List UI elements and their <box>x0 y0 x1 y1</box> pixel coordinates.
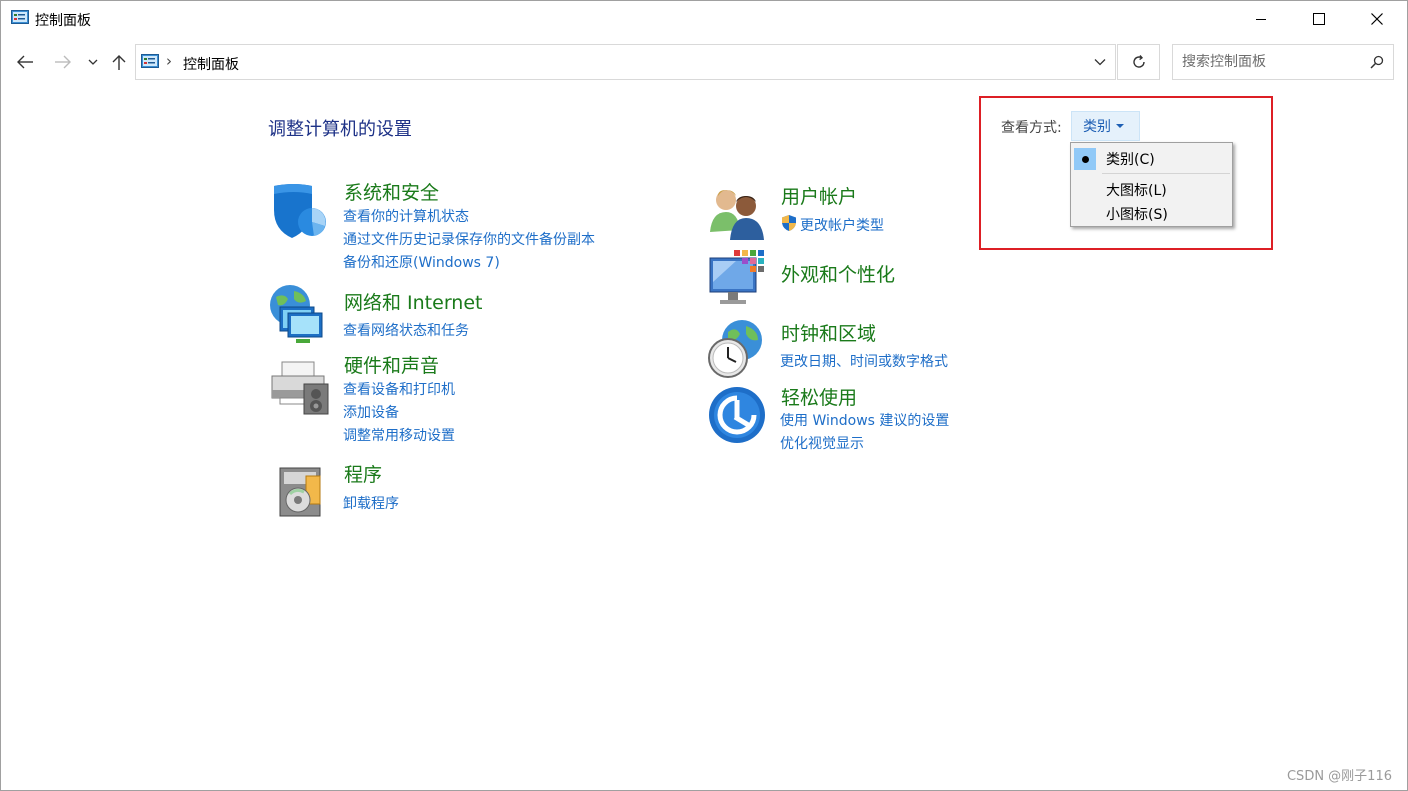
arrow-right-icon <box>55 55 71 69</box>
menu-separator <box>1102 173 1230 174</box>
search-icon[interactable] <box>1370 55 1384 69</box>
control-panel-icon <box>11 10 29 24</box>
address-bar[interactable]: › 控制面板 <box>135 44 1116 80</box>
network-internet-heading[interactable]: 网络和 Internet <box>344 288 482 315</box>
back-button[interactable] <box>13 50 37 74</box>
programs-heading[interactable]: 程序 <box>344 460 382 487</box>
page-title: 调整计算机的设置 <box>268 119 412 140</box>
appearance-heading[interactable]: 外观和个性化 <box>781 260 895 287</box>
close-icon <box>1371 13 1383 25</box>
link-view-computer-status[interactable]: 查看你的计算机状态 <box>343 206 469 226</box>
user-accounts-icon[interactable] <box>706 182 770 246</box>
search-input[interactable] <box>1182 45 1362 79</box>
link-network-status[interactable]: 查看网络状态和任务 <box>343 320 469 340</box>
caret-down-icon <box>1116 124 1124 128</box>
link-optimize-visual-display[interactable]: 优化视觉显示 <box>780 433 864 453</box>
link-change-account-type[interactable]: 更改帐户类型 <box>800 215 884 235</box>
menu-item-label: 大图标(L) <box>1106 183 1167 199</box>
radio-dot-icon <box>1082 156 1089 163</box>
search-box[interactable] <box>1172 44 1394 80</box>
refresh-icon <box>1132 55 1145 68</box>
window-frame <box>0 0 1408 791</box>
arrow-left-icon <box>17 55 33 69</box>
programs-icon[interactable] <box>268 458 332 522</box>
window-title: 控制面板 <box>35 13 91 29</box>
link-date-time-format[interactable]: 更改日期、时间或数字格式 <box>780 351 948 371</box>
link-recommended-settings[interactable]: 使用 Windows 建议的设置 <box>780 410 949 430</box>
link-add-device[interactable]: 添加设备 <box>343 402 399 422</box>
view-by-dropdown[interactable]: 类别 <box>1071 111 1140 141</box>
watermark: CSDN @刚子116 <box>1286 769 1392 784</box>
link-devices-printers[interactable]: 查看设备和打印机 <box>343 379 455 399</box>
address-history-button[interactable] <box>1083 44 1117 80</box>
ease-of-access-heading[interactable]: 轻松使用 <box>781 383 857 410</box>
forward-button[interactable] <box>51 50 75 74</box>
link-uninstall-program[interactable]: 卸载程序 <box>343 493 399 513</box>
breadcrumb-control-panel[interactable]: 控制面板 <box>183 54 239 74</box>
view-by-value[interactable]: 类别 <box>1083 116 1111 136</box>
menu-item-category[interactable]: 类别(C) <box>1071 146 1232 170</box>
ease-of-access-icon[interactable] <box>706 384 770 448</box>
chevron-down-icon <box>1094 59 1106 66</box>
minimize-button[interactable] <box>1232 0 1290 38</box>
link-backup-restore[interactable]: 备份和还原(Windows 7) <box>343 252 500 272</box>
refresh-button[interactable] <box>1117 44 1160 80</box>
clock-globe-icon[interactable] <box>706 318 770 382</box>
hardware-sound-heading[interactable]: 硬件和声音 <box>344 351 439 378</box>
up-button[interactable] <box>107 50 131 74</box>
control-panel-icon <box>141 54 159 68</box>
menu-item-small-icons[interactable]: 小图标(S) <box>1071 201 1232 225</box>
menu-item-large-icons[interactable]: 大图标(L) <box>1071 177 1232 201</box>
menu-item-label: 小图标(S) <box>1106 207 1168 223</box>
close-button[interactable] <box>1348 0 1406 38</box>
printer-icon[interactable] <box>268 356 332 420</box>
link-file-history-backup[interactable]: 通过文件历史记录保存你的文件备份副本 <box>343 229 595 249</box>
user-accounts-heading[interactable]: 用户帐户 <box>781 182 857 209</box>
view-by-menu: 类别(C) 大图标(L) 小图标(S) <box>1070 142 1233 227</box>
network-globe-icon[interactable] <box>266 283 330 347</box>
minimize-icon <box>1256 19 1266 20</box>
maximize-icon <box>1313 13 1325 25</box>
breadcrumb-separator[interactable]: › <box>166 52 172 70</box>
appearance-icon[interactable] <box>706 248 770 312</box>
shield-icon[interactable] <box>268 180 332 244</box>
arrow-up-icon <box>112 55 126 70</box>
chevron-down-icon <box>88 59 98 65</box>
menu-item-label: 类别(C) <box>1106 152 1155 168</box>
title-bar: 控制面板 <box>0 0 1408 38</box>
system-security-heading[interactable]: 系统和安全 <box>344 178 439 205</box>
maximize-button[interactable] <box>1290 0 1348 38</box>
view-by-label: 查看方式: <box>1001 120 1062 136</box>
uac-shield-icon <box>782 215 796 231</box>
clock-region-heading[interactable]: 时钟和区域 <box>781 319 876 346</box>
link-mobility-settings[interactable]: 调整常用移动设置 <box>343 425 455 445</box>
recent-locations-button[interactable] <box>81 50 105 74</box>
